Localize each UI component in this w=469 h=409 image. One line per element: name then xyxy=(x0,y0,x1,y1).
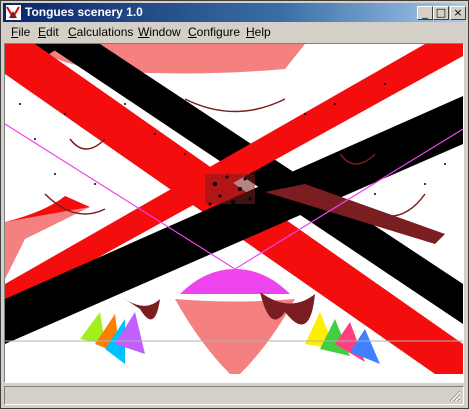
tongues-diagram xyxy=(5,44,463,382)
menu-window-accel: W xyxy=(138,25,150,39)
window-title: Tongues scenery 1.0 xyxy=(25,5,143,19)
menu-help-label: elp xyxy=(254,25,271,39)
menu-file-label: ile xyxy=(18,25,31,39)
menu-calculations-label: alculations xyxy=(76,25,134,39)
menu-bar: File Edit Calculations Window Configure … xyxy=(3,23,466,42)
menu-configure-accel: C xyxy=(188,25,197,39)
title-bar[interactable]: Tongues scenery 1.0 _ □ × xyxy=(3,3,466,22)
menu-edit-accel: E xyxy=(38,25,47,39)
menu-edit-label: dit xyxy=(46,25,59,39)
menu-edit[interactable]: Edit xyxy=(38,25,59,40)
menu-file[interactable]: File xyxy=(11,25,30,40)
app-icon xyxy=(6,5,21,20)
status-bar xyxy=(4,386,464,405)
menu-window-label: indow xyxy=(149,25,181,39)
central-noise-cluster xyxy=(205,174,255,206)
tongues-canvas[interactable] xyxy=(4,43,464,383)
menu-window[interactable]: Window xyxy=(138,25,181,40)
menu-calculations-accel: C xyxy=(68,25,77,39)
resize-grip-icon[interactable] xyxy=(449,390,461,402)
close-button[interactable]: × xyxy=(450,6,466,20)
menu-calculations[interactable]: Calculations xyxy=(68,25,133,40)
maximize-button[interactable]: □ xyxy=(433,6,449,20)
menu-help[interactable]: Help xyxy=(246,25,271,40)
app-window: Tongues scenery 1.0 _ □ × File Edit Calc… xyxy=(0,0,469,409)
menu-configure[interactable]: Configure xyxy=(188,25,240,40)
minimize-button[interactable]: _ xyxy=(417,6,433,20)
menu-configure-label: onfigure xyxy=(196,25,241,39)
menu-help-accel: H xyxy=(246,25,255,39)
